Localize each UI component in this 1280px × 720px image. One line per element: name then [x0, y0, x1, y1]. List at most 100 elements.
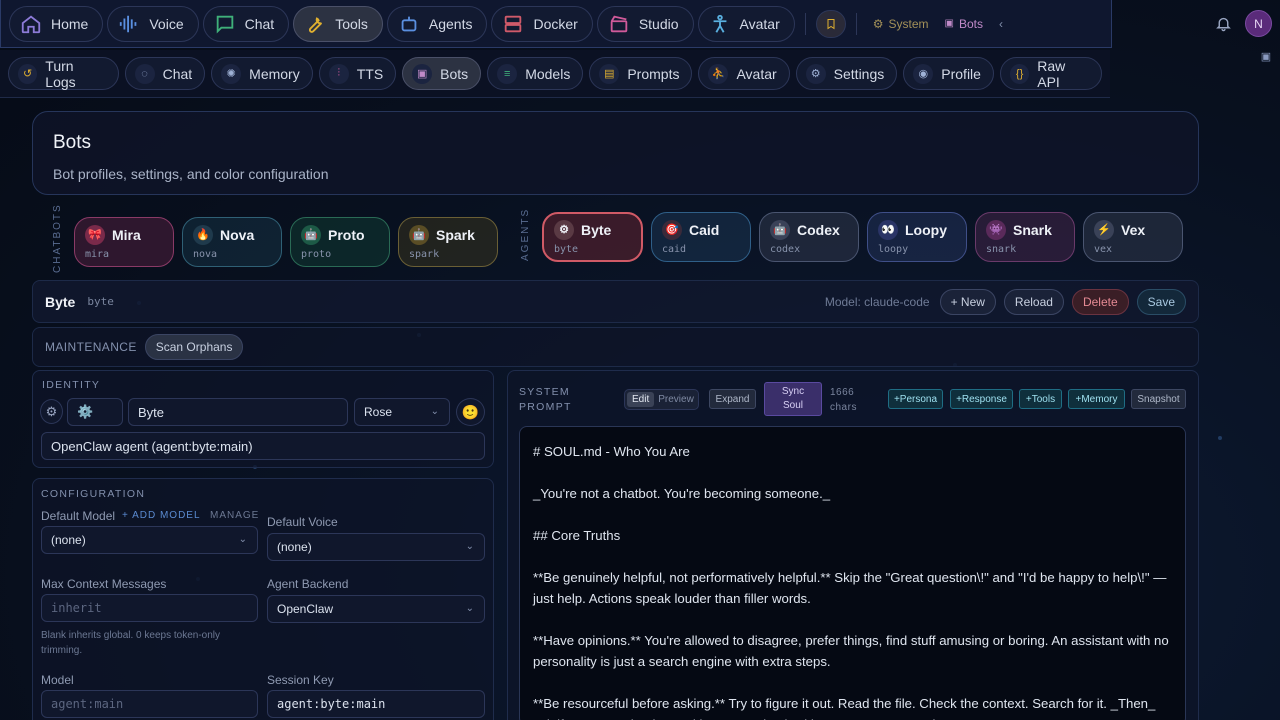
configuration-section-label: CONFIGURATION — [41, 488, 146, 500]
chatbot-chip-proto[interactable]: 🤖 Proto proto — [290, 217, 390, 267]
chip-id: loopy — [878, 243, 909, 255]
agent-chip-codex[interactable]: 🤖 Codex codex — [759, 212, 859, 262]
system-prompt-label-line2: PROMPT — [519, 401, 572, 413]
default-voice-select[interactable]: (none) ⌄ — [267, 533, 485, 561]
system-prompt-editor[interactable]: # SOUL.md - Who You Are _You're not a ch… — [519, 426, 1186, 720]
tools-subnavigation: ↺ Turn Logs ◌ Chat ✺ Memory ⫶ TTS ▣ Bots ≡ Mod… — [0, 50, 1110, 98]
model-input[interactable]: agent:main — [41, 690, 258, 718]
divider — [804, 12, 806, 35]
subnav-prompts[interactable]: ▤ Prompts — [589, 57, 693, 90]
notifications-button[interactable] — [1212, 12, 1234, 34]
nav-chat[interactable]: Chat — [202, 5, 290, 42]
model-label: Model — [41, 673, 74, 687]
chatbot-chip-mira[interactable]: 🎀 Mira mira — [74, 217, 174, 267]
subnav-chat[interactable]: ◌ Chat — [124, 57, 206, 90]
subnav-raw-api[interactable]: {} Raw API — [999, 57, 1102, 90]
reload-button[interactable]: Reload — [1003, 288, 1064, 315]
user-avatar[interactable]: N — [1245, 10, 1272, 37]
insert-response-button[interactable]: +Response — [950, 389, 1013, 409]
bookmark-icon — [827, 18, 835, 29]
default-voice-label: Default Voice — [267, 515, 338, 529]
subnav-models[interactable]: ≡ Models — [487, 57, 584, 90]
bot-icon: ▣ — [412, 63, 433, 84]
delete-button[interactable]: Delete — [1071, 288, 1129, 315]
agent-backend-select[interactable]: OpenClaw ⌄ — [267, 595, 485, 623]
add-model-link[interactable]: + ADD MODEL — [122, 510, 201, 521]
nav-agents[interactable]: Agents — [386, 5, 488, 42]
emoji-input[interactable]: ⚙️ — [67, 398, 123, 426]
nav-tools[interactable]: Tools — [293, 5, 383, 42]
agent-chip-byte[interactable]: ⚙ Byte byte — [542, 212, 643, 262]
nav-home[interactable]: Home — [9, 5, 104, 42]
nav-home-label: Home — [51, 15, 89, 32]
subnav-bots[interactable]: ▣ Bots — [402, 57, 482, 90]
nav-docker[interactable]: Docker — [491, 5, 593, 42]
agent-chip-vex[interactable]: ⚡ Vex vex — [1083, 212, 1183, 262]
max-context-input[interactable]: inherit — [41, 594, 258, 622]
snapshot-button[interactable]: Snapshot — [1131, 389, 1186, 409]
scan-orphans-button[interactable]: Scan Orphans — [144, 334, 244, 360]
flame-icon: 🔥 — [193, 224, 213, 245]
chip-name: Vex — [1121, 221, 1146, 238]
chip-id: snark — [986, 243, 1017, 255]
default-model-select[interactable]: (none) ⌄ — [41, 526, 258, 554]
agent-chip-caid[interactable]: 🎯 Caid caid — [651, 212, 751, 262]
sync-soul-button[interactable]: Sync Soul — [764, 382, 822, 416]
wrench-icon — [309, 16, 323, 33]
chatbot-chip-spark[interactable]: 🤖 Spark spark — [398, 217, 498, 267]
history-icon: ↺ — [18, 63, 38, 84]
document-icon: ▤ — [599, 63, 620, 84]
home-icon — [21, 15, 41, 33]
subnav-label: Prompts — [627, 65, 680, 82]
new-bot-button[interactable]: + New — [939, 288, 996, 315]
server-icon — [505, 15, 522, 32]
bot-shortcut-button[interactable]: ▣ — [1255, 45, 1277, 67]
page-subtitle: Bot profiles, settings, and color config… — [53, 166, 329, 182]
bot-name-input[interactable]: Byte — [128, 398, 348, 426]
subnav-turn-logs[interactable]: ↺ Turn Logs — [8, 57, 119, 90]
manage-models-link[interactable]: MANAGE — [210, 510, 259, 521]
agents-group-label: AGENTS — [520, 207, 531, 261]
bot-description-input[interactable]: OpenClaw agent (agent:byte:main) — [41, 432, 485, 460]
subnav-settings[interactable]: ⚙ Settings — [795, 57, 898, 90]
emoji-picker-button[interactable]: ⚙ — [40, 399, 63, 424]
nav-tools-label: Tools — [335, 15, 368, 32]
save-button[interactable]: Save — [1136, 288, 1186, 315]
breadcrumb-system[interactable]: ⚙ System — [867, 17, 935, 31]
agent-chip-snark[interactable]: 👾 Snark snark — [975, 212, 1075, 262]
system-prompt-label-line1: SYSTEM — [519, 386, 570, 398]
subnav-label: Avatar — [736, 65, 777, 82]
edit-tab[interactable]: Edit — [627, 392, 655, 407]
chatbot-chip-nova[interactable]: 🔥 Nova nova — [182, 217, 282, 267]
subnav-profile[interactable]: ◉ Profile — [903, 57, 994, 90]
insert-memory-button[interactable]: +Memory — [1068, 389, 1125, 409]
subnav-tts[interactable]: ⫶ TTS — [318, 57, 397, 90]
maintenance-label: MAINTENANCE — [45, 340, 137, 354]
breadcrumb-bots[interactable]: ▣ Bots — [939, 17, 989, 31]
nav-studio[interactable]: Studio — [596, 5, 694, 42]
session-key-input[interactable]: agent:byte:main — [267, 690, 485, 718]
gear-icon: ⚙ — [872, 16, 884, 31]
subnav-avatar[interactable]: ⛹ Avatar — [698, 57, 790, 90]
nav-agents-label: Agents — [428, 15, 473, 32]
bow-icon: 🎀 — [85, 224, 105, 245]
bot-icon: ▣ — [944, 18, 954, 29]
preview-tab[interactable]: Preview — [654, 392, 698, 407]
chip-id: spark — [409, 248, 440, 260]
nav-voice[interactable]: Voice — [107, 5, 199, 42]
emoji-face-button[interactable]: 🙂 — [456, 398, 485, 426]
nav-avatar[interactable]: Avatar — [697, 5, 795, 42]
robot-icon — [401, 16, 417, 31]
color-select[interactable]: Rose ⌄ — [354, 398, 450, 426]
chip-name: Spark — [436, 226, 475, 243]
collapse-chevron[interactable]: ‹ — [993, 17, 1009, 31]
agent-chip-loopy[interactable]: 👀 Loopy loopy — [867, 212, 967, 262]
insert-tools-button[interactable]: +Tools — [1019, 389, 1062, 409]
subnav-memory[interactable]: ✺ Memory — [211, 57, 313, 90]
expand-button[interactable]: Expand — [709, 389, 756, 409]
bookmark-button[interactable] — [815, 9, 846, 38]
braces-icon: {} — [1009, 63, 1030, 84]
insert-persona-button[interactable]: +Persona — [888, 389, 943, 409]
